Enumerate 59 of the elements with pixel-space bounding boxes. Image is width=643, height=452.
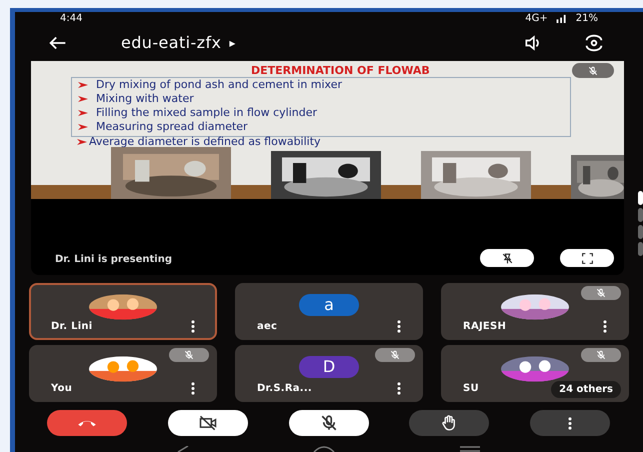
signal-icon xyxy=(556,14,568,23)
hang-up-icon xyxy=(77,419,97,427)
mic-off-icon xyxy=(320,414,338,432)
battery-level: 21% xyxy=(576,14,598,24)
home-nav-icon[interactable] xyxy=(313,446,335,452)
bullet-text: Mixing with water xyxy=(96,90,194,107)
back-nav-icon[interactable] xyxy=(177,446,189,452)
arrow-bullet-icon xyxy=(78,96,88,102)
arrow-bullet-icon xyxy=(77,139,87,146)
status-time: 4:44 xyxy=(60,14,82,24)
participant-tile[interactable]: RAJESH xyxy=(441,283,629,340)
mic-off-icon xyxy=(588,66,598,76)
participant-name: SU xyxy=(463,382,479,396)
mic-off-icon xyxy=(184,350,194,360)
bullet-text: Average diameter is defined as flowability xyxy=(89,134,321,150)
participant-tile[interactable]: Dr. Lini xyxy=(29,283,217,340)
fullscreen-icon xyxy=(580,252,594,264)
mic-off-icon xyxy=(596,350,606,360)
network-type: 4G+ xyxy=(525,14,548,24)
more-icon[interactable] xyxy=(191,382,195,395)
arrow-bullet-icon xyxy=(78,110,88,116)
camera-button[interactable] xyxy=(168,410,248,436)
presenter-label: Dr. Lini is presenting xyxy=(55,253,172,267)
bullet-text: Filling the mixed sample in flow cylinder xyxy=(96,104,318,121)
participant-name: Dr.S.Ra... xyxy=(257,382,312,396)
fullscreen-button[interactable] xyxy=(560,249,614,267)
end-call-button[interactable] xyxy=(47,410,127,436)
more-icon[interactable] xyxy=(568,416,572,430)
participant-tile[interactable]: a aec xyxy=(235,283,423,340)
recents-nav-icon[interactable] xyxy=(459,446,481,452)
mic-off-icon xyxy=(596,288,606,298)
letter-avatar: a xyxy=(299,294,359,316)
expand-mark[interactable]: ▸ xyxy=(229,34,236,52)
bullet-text: Measuring spread diameter xyxy=(96,118,248,135)
more-icon[interactable] xyxy=(603,320,607,333)
unpin-icon xyxy=(500,252,514,264)
participant-name: RAJESH xyxy=(463,320,506,334)
participant-tile[interactable]: You xyxy=(29,345,217,402)
participant-name: You xyxy=(51,382,72,396)
pin-button[interactable] xyxy=(480,249,534,267)
participant-tile[interactable]: D Dr.S.Ra... xyxy=(235,345,423,402)
arrow-bullet-icon xyxy=(78,124,88,130)
meeting-code[interactable]: edu-eati-zfx xyxy=(121,31,222,55)
more-icon[interactable] xyxy=(397,320,401,333)
letter-avatar: D xyxy=(299,356,359,378)
arrow-bullet-icon xyxy=(78,82,88,88)
participant-name: Dr. Lini xyxy=(51,320,92,334)
more-icon[interactable] xyxy=(397,382,401,395)
switch-camera-icon[interactable] xyxy=(583,32,605,54)
participant-name: aec xyxy=(257,320,278,334)
camera-off-icon xyxy=(198,413,218,433)
others-pill[interactable]: 24 others xyxy=(551,381,621,398)
more-icon[interactable] xyxy=(191,320,195,333)
participant-tile[interactable]: SU 24 others xyxy=(441,345,629,402)
hand-button[interactable] xyxy=(409,410,490,436)
mic-off-icon xyxy=(390,350,400,360)
slide-title: DETERMINATION OF FLOWAB xyxy=(251,63,430,79)
bullet-text: Dry mixing of pond ash and cement in mixer xyxy=(96,76,342,93)
mic-button[interactable] xyxy=(288,410,368,436)
